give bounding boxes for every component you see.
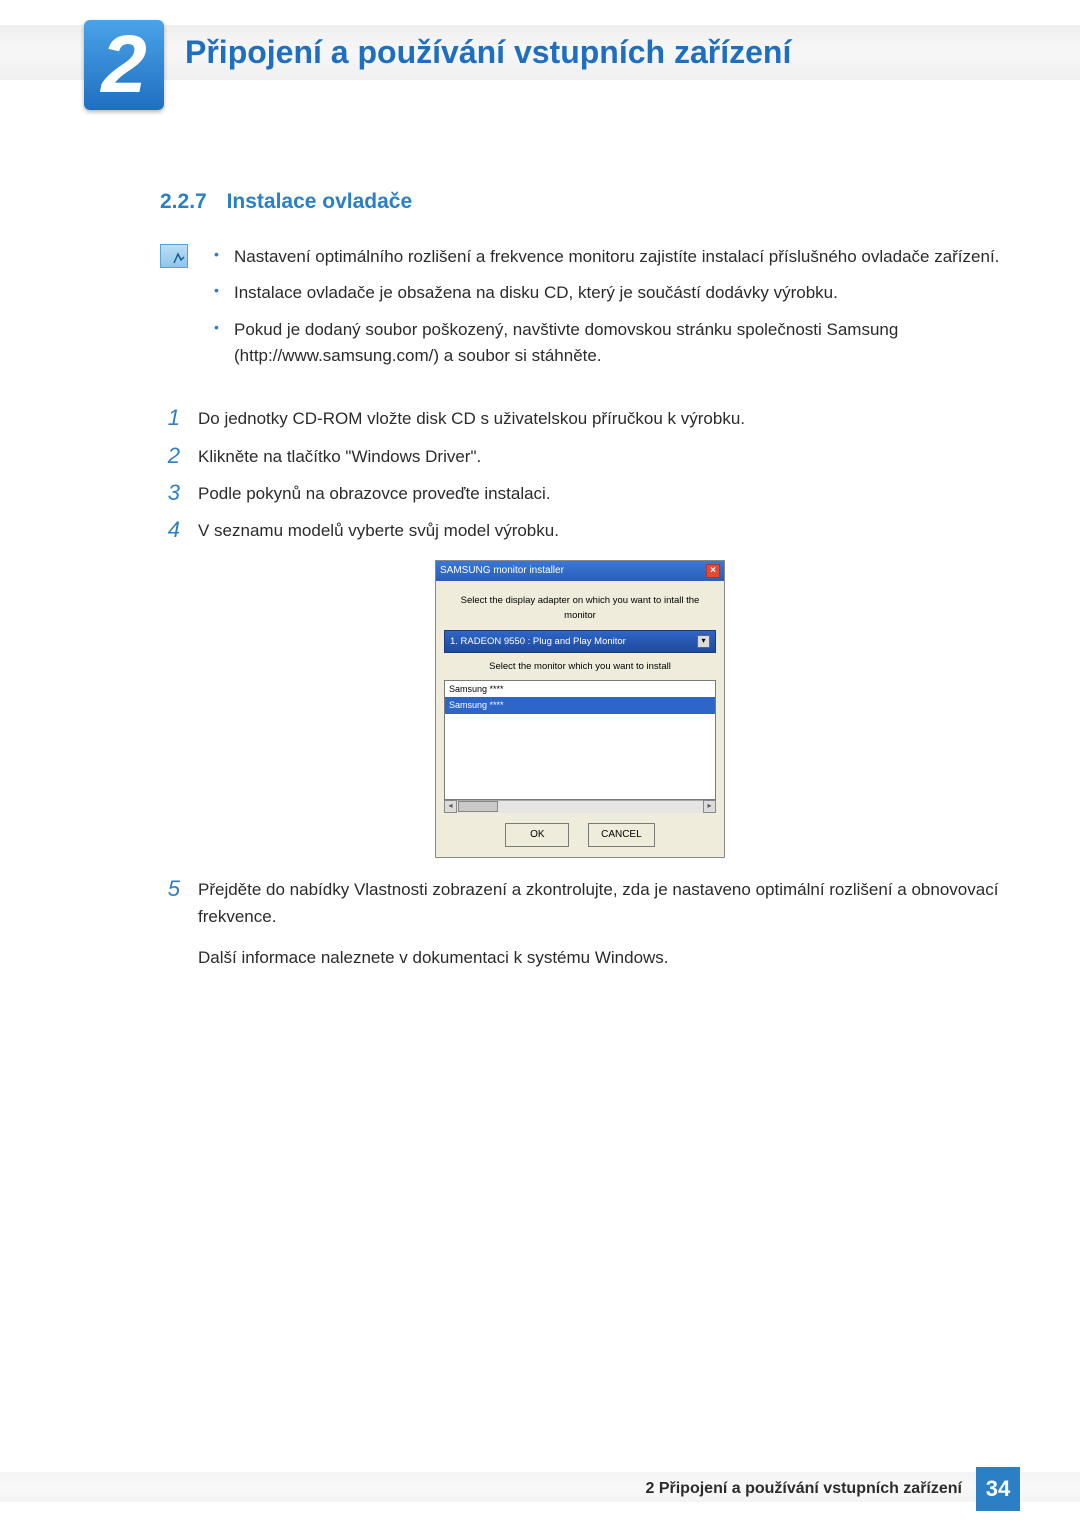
close-icon[interactable]: × xyxy=(706,564,720,578)
installer-monitor-label: Select the monitor which you want to ins… xyxy=(444,659,716,674)
installer-dialog: SAMSUNG monitor installer × Select the d… xyxy=(435,560,725,858)
installer-scrollbar[interactable]: ◂ ▸ xyxy=(444,800,716,813)
chevron-down-icon[interactable]: ▾ xyxy=(697,635,710,648)
step-number: 4 xyxy=(160,517,180,544)
installer-monitor-list[interactable]: Samsung **** Samsung **** xyxy=(444,680,716,800)
step-text: Přejděte do nabídky Vlastnosti zobrazení… xyxy=(198,876,1000,930)
step: 2 Klikněte na tlačítko "Windows Driver". xyxy=(160,443,1000,470)
note-item: Pokud je dodaný soubor poškozený, navšti… xyxy=(208,317,1000,370)
note-item: Instalace ovladače je obsažena na disku … xyxy=(208,280,1000,306)
step-number: 5 xyxy=(160,876,180,972)
chapter-number-badge: 2 xyxy=(84,20,164,110)
installer-adapter-select[interactable]: 1. RADEON 9550 : Plug and Play Monitor ▾ xyxy=(444,630,716,653)
installer-adapter-value: 1. RADEON 9550 : Plug and Play Monitor xyxy=(450,634,626,649)
step-text: Klikněte na tlačítko "Windows Driver". xyxy=(198,443,1000,470)
step-number: 3 xyxy=(160,480,180,507)
scroll-right-icon[interactable]: ▸ xyxy=(703,800,716,813)
note-list: Nastavení optimálního rozlišení a frekve… xyxy=(208,244,1000,379)
step-extra-text: Další informace naleznete v dokumentaci … xyxy=(198,944,1000,971)
cancel-button[interactable]: CANCEL xyxy=(588,823,655,847)
step: 5 Přejděte do nabídky Vlastnosti zobraze… xyxy=(160,876,1000,972)
section-number: 2.2.7 xyxy=(160,190,207,213)
note-icon xyxy=(160,244,188,268)
list-item[interactable]: Samsung **** xyxy=(445,697,715,713)
installer-adapter-label: Select the display adapter on which you … xyxy=(444,593,716,623)
note-block: Nastavení optimálního rozlišení a frekve… xyxy=(160,244,1000,379)
step: 4 V seznamu modelů vyberte svůj model vý… xyxy=(160,517,1000,544)
steps-list: 1 Do jednotky CD-ROM vložte disk CD s už… xyxy=(160,405,1000,971)
scroll-left-icon[interactable]: ◂ xyxy=(444,800,457,813)
step: 1 Do jednotky CD-ROM vložte disk CD s už… xyxy=(160,405,1000,432)
scroll-thumb[interactable] xyxy=(458,801,498,812)
page-number: 34 xyxy=(976,1467,1020,1511)
step-text: V seznamu modelů vyberte svůj model výro… xyxy=(198,517,1000,544)
ok-button[interactable]: OK xyxy=(505,823,569,847)
step-text: Podle pokynů na obrazovce proveďte insta… xyxy=(198,480,1000,507)
step-number: 1 xyxy=(160,405,180,432)
step-text: Do jednotky CD-ROM vložte disk CD s uživ… xyxy=(198,405,1000,432)
footer-chapter-text: 2 Připojení a používání vstupních zaříze… xyxy=(645,1480,962,1498)
step: 3 Podle pokynů na obrazovce proveďte ins… xyxy=(160,480,1000,507)
step-number: 2 xyxy=(160,443,180,470)
page-footer: 2 Připojení a používání vstupních zaříze… xyxy=(0,1466,1080,1511)
installer-title: SAMSUNG monitor installer xyxy=(440,563,564,579)
note-item: Nastavení optimálního rozlišení a frekve… xyxy=(208,244,1000,270)
list-item[interactable]: Samsung **** xyxy=(445,681,715,697)
section-heading: 2.2.7 Instalace ovladače xyxy=(160,190,1000,214)
installer-titlebar: SAMSUNG monitor installer × xyxy=(436,561,724,581)
section-title: Instalace ovladače xyxy=(227,190,413,213)
chapter-title: Připojení a používání vstupních zařízení xyxy=(185,34,791,71)
